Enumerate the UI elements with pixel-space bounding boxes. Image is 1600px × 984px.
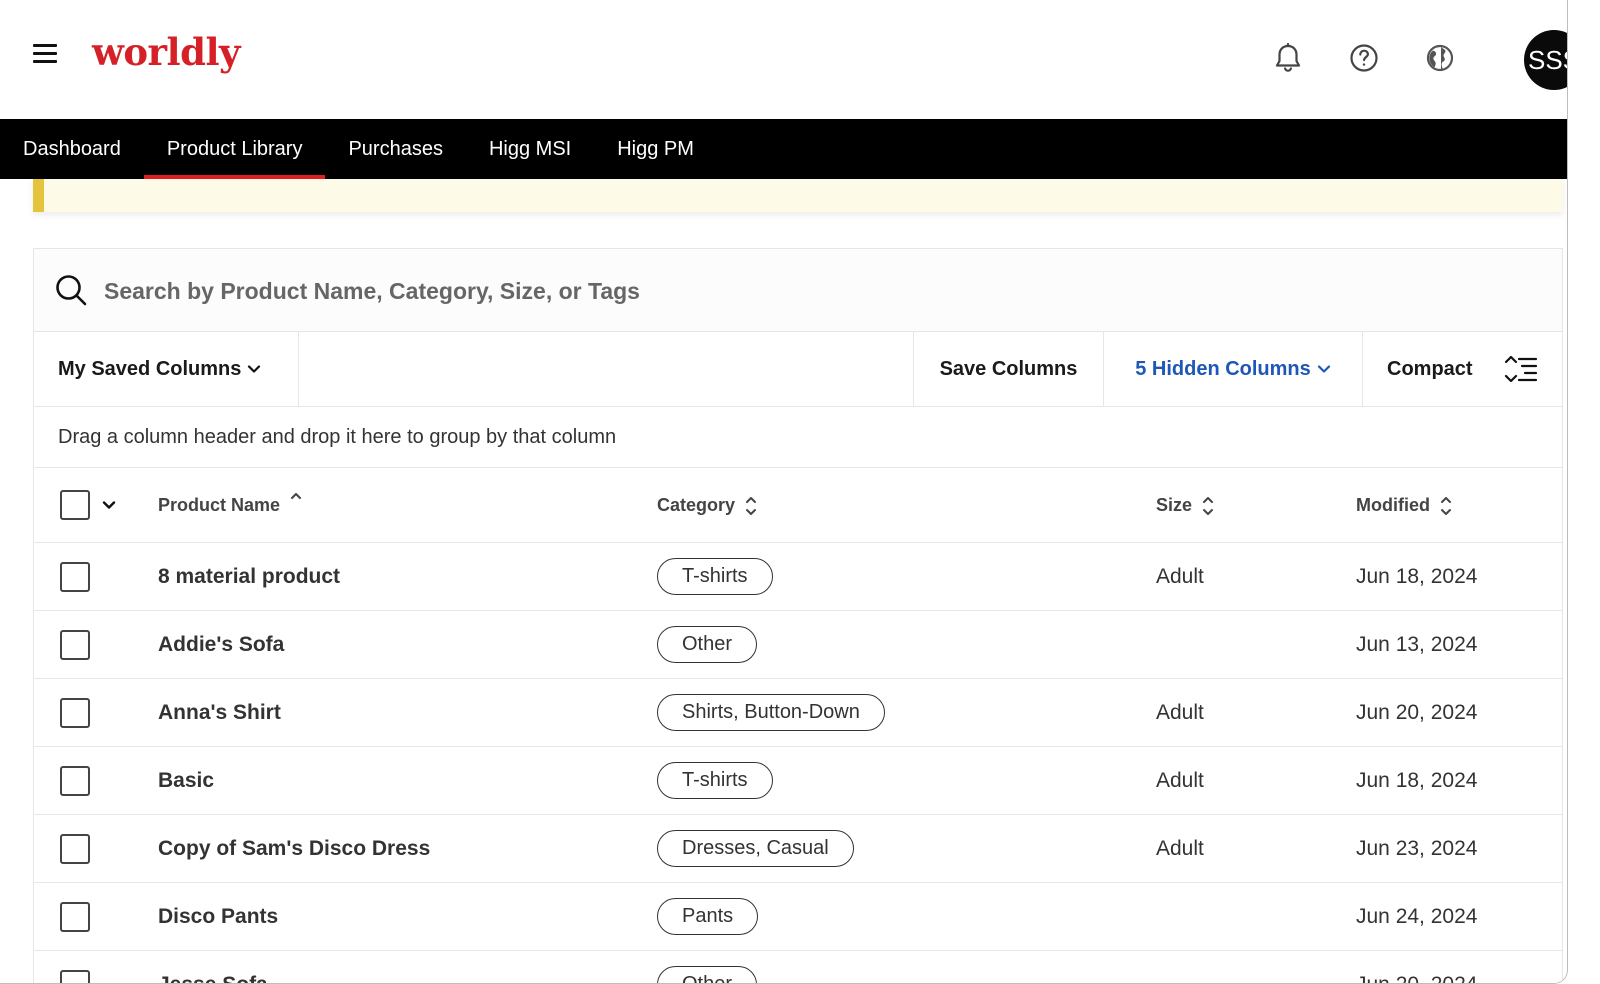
table-row[interactable]: 8 material product T-shirts Adult Jun 18… (34, 543, 1562, 611)
column-header-modified[interactable]: Modified (1356, 468, 1452, 543)
category-tag: Other (657, 626, 758, 663)
category-tag: T-shirts (657, 558, 773, 595)
row-checkbox[interactable] (60, 902, 90, 932)
column-header-product-name[interactable]: Product Name (158, 468, 302, 543)
modified-date: Jun 20, 2024 (1356, 972, 1478, 984)
table-row[interactable]: Basic T-shirts Adult Jun 18, 2024 (34, 747, 1562, 815)
category-tag: Other (657, 966, 758, 983)
product-name[interactable]: Copy of Sam's Disco Dress (158, 815, 430, 882)
search-icon (56, 275, 87, 306)
category-tag: Shirts, Button-Down (657, 694, 885, 731)
saved-columns-dropdown[interactable]: My Saved Columns (34, 332, 299, 406)
nav-tab-product-library[interactable]: Product Library (143, 119, 326, 179)
row-checkbox[interactable] (60, 970, 90, 983)
app-window: worldly SSS Dashboard Product Library Pu… (0, 0, 1568, 984)
group-by-drop-zone[interactable]: Drag a column header and drop it here to… (34, 407, 1562, 468)
globe-icon[interactable] (1424, 42, 1456, 74)
table-row[interactable]: Addie's Sofa Other Jun 13, 2024 (34, 611, 1562, 679)
bell-icon[interactable] (1272, 42, 1304, 74)
compact-label: Compact (1387, 357, 1473, 380)
product-name[interactable]: 8 material product (158, 543, 340, 610)
saved-columns-label: My Saved Columns (58, 357, 242, 380)
size-cell: Adult (1156, 564, 1204, 588)
table-header: Product Name Category Size Modified (34, 468, 1562, 543)
row-checkbox[interactable] (60, 630, 90, 660)
toolbar-spacer (299, 332, 914, 406)
notice-banner (33, 179, 1563, 212)
product-library-panel: My Saved Columns Save Columns 5 Hidden C… (33, 248, 1563, 984)
product-name[interactable]: Addie's Sofa (158, 611, 284, 678)
modified-date: Jun 13, 2024 (1356, 632, 1478, 656)
modified-date: Jun 20, 2024 (1356, 700, 1478, 724)
worldly-logo[interactable]: worldly (92, 30, 241, 74)
category-cell: Other (657, 951, 758, 983)
category-cell: Dresses, Casual (657, 815, 854, 882)
app-header: worldly SSS (0, 0, 1567, 119)
sort-ascending-icon (291, 492, 302, 499)
product-name[interactable]: Basic (158, 747, 214, 814)
main-nav: Dashboard Product Library Purchases Higg… (0, 119, 1567, 179)
density-sort-icon (1504, 355, 1538, 383)
category-tag: Pants (657, 898, 759, 935)
table-row[interactable]: Copy of Sam's Disco Dress Dresses, Casua… (34, 815, 1562, 883)
banner-accent-bar (33, 179, 44, 212)
category-cell: Pants (657, 883, 759, 950)
category-tag: Dresses, Casual (657, 830, 854, 867)
chevron-down-icon[interactable] (102, 500, 116, 510)
column-header-label: Product Name (158, 495, 281, 515)
nav-tab-dashboard[interactable]: Dashboard (0, 119, 144, 179)
menu-icon[interactable] (33, 44, 57, 64)
row-checkbox[interactable] (60, 834, 90, 864)
product-name[interactable]: Jesse Sofa (158, 951, 268, 984)
sort-icon (1203, 496, 1214, 515)
table-row[interactable]: Anna's Shirt Shirts, Button-Down Adult J… (34, 679, 1562, 747)
category-cell: Other (657, 611, 758, 678)
search-bar (34, 249, 1562, 332)
category-cell: T-shirts (657, 747, 773, 814)
product-name[interactable]: Anna's Shirt (158, 679, 281, 746)
size-cell: Adult (1156, 768, 1204, 792)
category-cell: T-shirts (657, 543, 773, 610)
column-header-label: Size (1156, 495, 1193, 515)
modified-date: Jun 18, 2024 (1356, 768, 1478, 792)
product-name[interactable]: Disco Pants (158, 883, 278, 950)
compact-toggle[interactable]: Compact (1363, 332, 1562, 406)
nav-tab-higg-pm[interactable]: Higg PM (594, 119, 717, 179)
hidden-columns-dropdown[interactable]: 5 Hidden Columns (1104, 332, 1363, 406)
size-cell: Adult (1156, 836, 1204, 860)
select-all-checkbox[interactable] (60, 490, 90, 520)
sort-icon (1441, 496, 1451, 515)
chevron-down-icon (1317, 365, 1330, 373)
row-checkbox[interactable] (60, 698, 90, 728)
hidden-columns-label: 5 Hidden Columns (1135, 357, 1311, 380)
modified-date: Jun 24, 2024 (1356, 904, 1478, 928)
nav-tab-higg-msi[interactable]: Higg MSI (466, 119, 594, 179)
search-input[interactable] (104, 269, 1504, 313)
column-header-label: Category (657, 495, 736, 515)
row-checkbox[interactable] (60, 766, 90, 796)
category-cell: Shirts, Button-Down (657, 679, 885, 746)
column-header-category[interactable]: Category (657, 468, 757, 543)
category-tag: T-shirts (657, 762, 773, 799)
table-row[interactable]: Disco Pants Pants Jun 24, 2024 (34, 883, 1562, 951)
help-icon[interactable] (1348, 42, 1380, 74)
size-cell: Adult (1156, 700, 1204, 724)
row-checkbox[interactable] (60, 562, 90, 592)
column-header-label: Modified (1356, 495, 1430, 515)
save-columns-button[interactable]: Save Columns (914, 332, 1104, 406)
modified-date: Jun 23, 2024 (1356, 836, 1478, 860)
column-header-size[interactable]: Size (1156, 468, 1214, 543)
chevron-down-icon (248, 365, 261, 373)
sort-icon (746, 496, 757, 515)
table-toolbar: My Saved Columns Save Columns 5 Hidden C… (34, 332, 1562, 407)
table-row[interactable]: Jesse Sofa Other Jun 20, 2024 (34, 951, 1562, 984)
user-avatar[interactable]: SSS (1524, 30, 1567, 90)
modified-date: Jun 18, 2024 (1356, 564, 1478, 588)
nav-tab-purchases[interactable]: Purchases (325, 119, 466, 179)
